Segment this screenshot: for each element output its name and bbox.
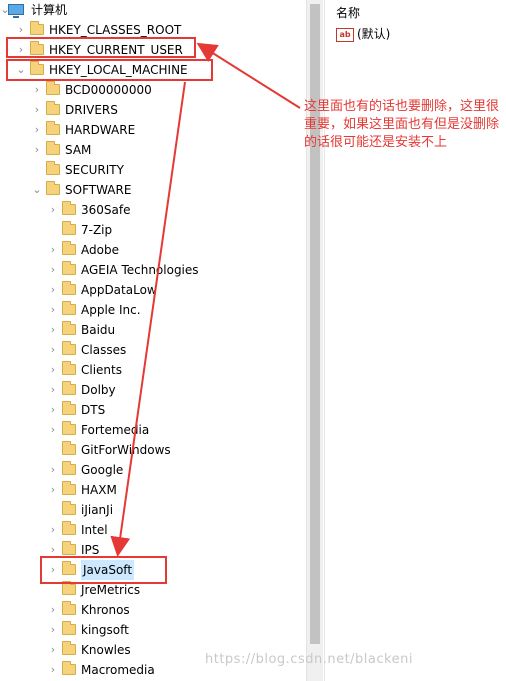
arrow-to-javasoft	[110, 81, 186, 557]
arrow-to-hkcu	[196, 42, 301, 109]
watermark: https://blog.csdn.net/blackeni	[205, 652, 413, 667]
annotation-text: 这里面也有的话也要删除，这里很重要，如果这里面也有但是没删除的话很可能还是安装不…	[304, 99, 500, 150]
